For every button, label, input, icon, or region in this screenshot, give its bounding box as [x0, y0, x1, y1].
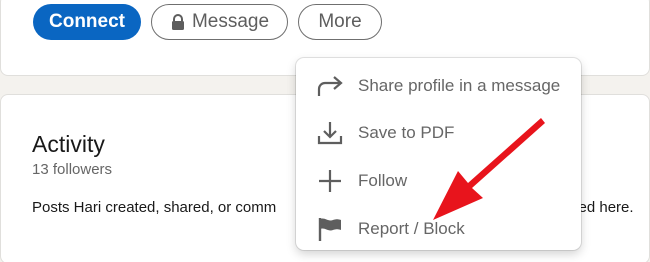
menu-item-label: Save to PDF [358, 123, 455, 142]
menu-item-label: Report / Block [358, 219, 465, 238]
connect-button[interactable]: Connect [33, 4, 141, 40]
profile-actions: Connect Message More [33, 4, 382, 40]
more-button[interactable]: More [298, 4, 382, 40]
message-button[interactable]: Message [151, 4, 288, 40]
share-arrow-icon [317, 76, 343, 96]
menu-item-report-block[interactable]: Report / Block [296, 207, 581, 251]
screenshot-stage: Connect Message More Activity 13 followe… [0, 0, 650, 262]
lock-icon [171, 13, 184, 30]
more-dropdown-menu: Share profile in a message Save to PDF F… [296, 58, 581, 250]
menu-item-label: Follow [358, 171, 408, 190]
more-button-label: More [318, 11, 362, 32]
menu-item-share-profile[interactable]: Share profile in a message [296, 64, 581, 108]
menu-item-save-pdf[interactable]: Save to PDF [296, 111, 581, 155]
download-icon [317, 122, 343, 145]
menu-item-follow[interactable]: Follow [296, 159, 581, 203]
posts-description: Posts Hari created, shared, or comm [32, 199, 277, 216]
plus-icon [319, 170, 341, 192]
activity-title: Activity [32, 131, 105, 157]
connect-button-label: Connect [49, 11, 125, 32]
message-button-label: Message [191, 11, 270, 32]
flag-icon [318, 218, 341, 241]
menu-item-label: Share profile in a message [358, 76, 561, 95]
followers-count[interactable]: 13 followers [32, 161, 112, 178]
